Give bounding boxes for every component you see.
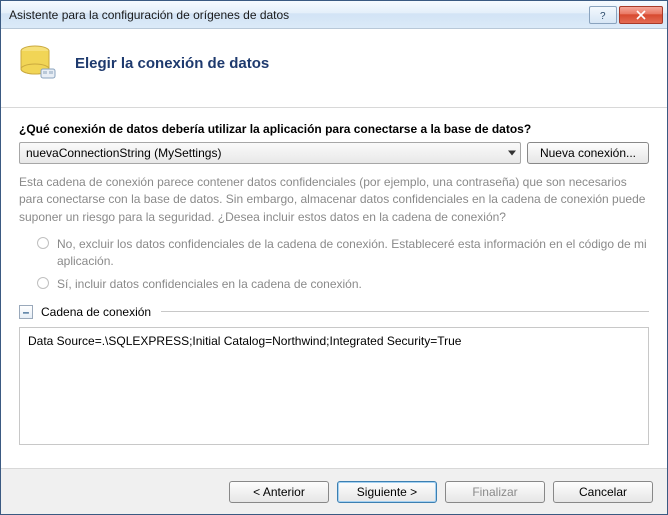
- connection-dropdown[interactable]: nuevaConnectionString (MySettings): [19, 142, 521, 164]
- window-title: Asistente para la configuración de oríge…: [9, 8, 587, 22]
- radio-include: Sí, incluir datos confidenciales en la c…: [37, 276, 649, 293]
- connection-string-box[interactable]: Data Source=.\SQLEXPRESS;Initial Catalog…: [19, 327, 649, 445]
- chevron-down-icon: [508, 151, 516, 156]
- new-connection-button[interactable]: Nueva conexión...: [527, 142, 649, 164]
- radio-icon: [37, 237, 49, 249]
- section-divider: [161, 311, 649, 312]
- sensitive-data-info: Esta cadena de conexión parece contener …: [19, 174, 649, 226]
- radio-include-label: Sí, incluir datos confidenciales en la c…: [57, 276, 362, 293]
- finish-button: Finalizar: [445, 481, 545, 503]
- svg-text:?: ?: [600, 11, 606, 20]
- title-bar: Asistente para la configuración de oríge…: [1, 1, 667, 29]
- help-icon: ?: [597, 10, 609, 20]
- close-button[interactable]: [619, 6, 663, 24]
- wizard-body: ¿Qué conexión de datos debería utilizar …: [1, 108, 667, 445]
- connection-string-section: – Cadena de conexión: [19, 305, 649, 319]
- database-icon: [17, 41, 61, 85]
- back-button[interactable]: < Anterior: [229, 481, 329, 503]
- connection-prompt: ¿Qué conexión de datos debería utilizar …: [19, 122, 649, 136]
- wizard-header: Elegir la conexión de datos: [1, 29, 667, 108]
- wizard-step-title: Elegir la conexión de datos: [75, 55, 269, 72]
- next-button[interactable]: Siguiente >: [337, 481, 437, 503]
- connection-row: nuevaConnectionString (MySettings) Nueva…: [19, 142, 649, 164]
- connection-dropdown-value: nuevaConnectionString (MySettings): [26, 146, 221, 160]
- expander-toggle[interactable]: –: [19, 305, 33, 319]
- radio-exclude-label: No, excluir los datos confidenciales de …: [57, 236, 649, 270]
- connection-string-label: Cadena de conexión: [41, 305, 151, 319]
- wizard-footer: < Anterior Siguiente > Finalizar Cancela…: [1, 468, 667, 514]
- radio-exclude: No, excluir los datos confidenciales de …: [37, 236, 649, 270]
- cancel-button[interactable]: Cancelar: [553, 481, 653, 503]
- connection-string-value: Data Source=.\SQLEXPRESS;Initial Catalog…: [28, 334, 461, 348]
- close-icon: [635, 10, 647, 20]
- radio-icon: [37, 277, 49, 289]
- help-button[interactable]: ?: [589, 6, 617, 24]
